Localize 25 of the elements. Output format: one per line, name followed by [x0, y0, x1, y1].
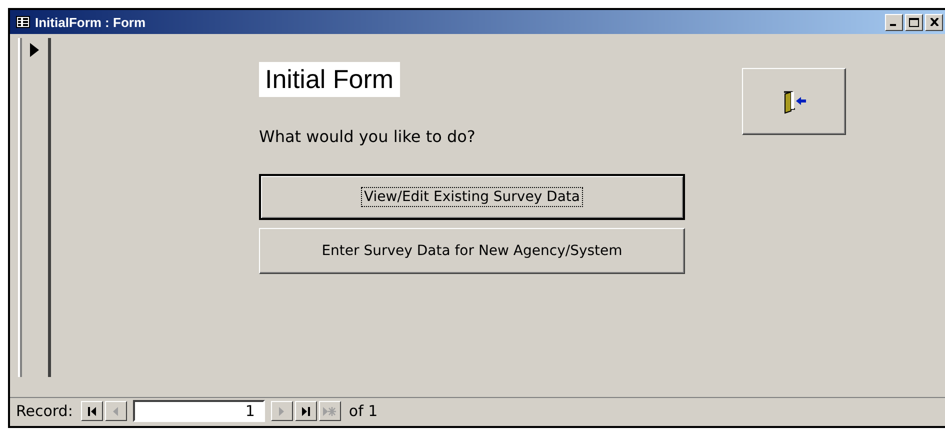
record-label: Record: — [16, 402, 73, 420]
close-button[interactable] — [925, 14, 943, 30]
first-record-button[interactable] — [80, 401, 103, 421]
first-record-icon — [88, 406, 96, 416]
exit-door-icon — [781, 88, 807, 114]
record-number-field[interactable]: 1 — [132, 400, 265, 422]
maximize-icon — [909, 18, 919, 26]
record-count: of 1 — [348, 402, 378, 420]
maximize-button[interactable] — [905, 14, 923, 30]
last-record-icon — [302, 406, 310, 416]
window-title: InitialForm : Form — [35, 14, 146, 30]
record-selector[interactable] — [18, 38, 51, 377]
form-icon — [16, 16, 30, 28]
last-record-button[interactable] — [294, 401, 317, 421]
form-heading: Initial Form — [259, 62, 400, 97]
triangle-right-icon — [279, 406, 284, 416]
prompt-label: What would you like to do? — [259, 127, 476, 146]
minimize-button[interactable] — [885, 14, 903, 30]
exit-button[interactable] — [742, 68, 846, 135]
action-button[interactable]: View/Edit Existing Survey Data — [259, 174, 685, 220]
triangle-left-icon — [113, 406, 118, 416]
action-button[interactable]: Enter Survey Data for New Agency/System — [259, 228, 685, 274]
close-icon — [930, 18, 938, 26]
new-record-icon — [323, 406, 336, 416]
current-record-icon — [30, 43, 38, 57]
